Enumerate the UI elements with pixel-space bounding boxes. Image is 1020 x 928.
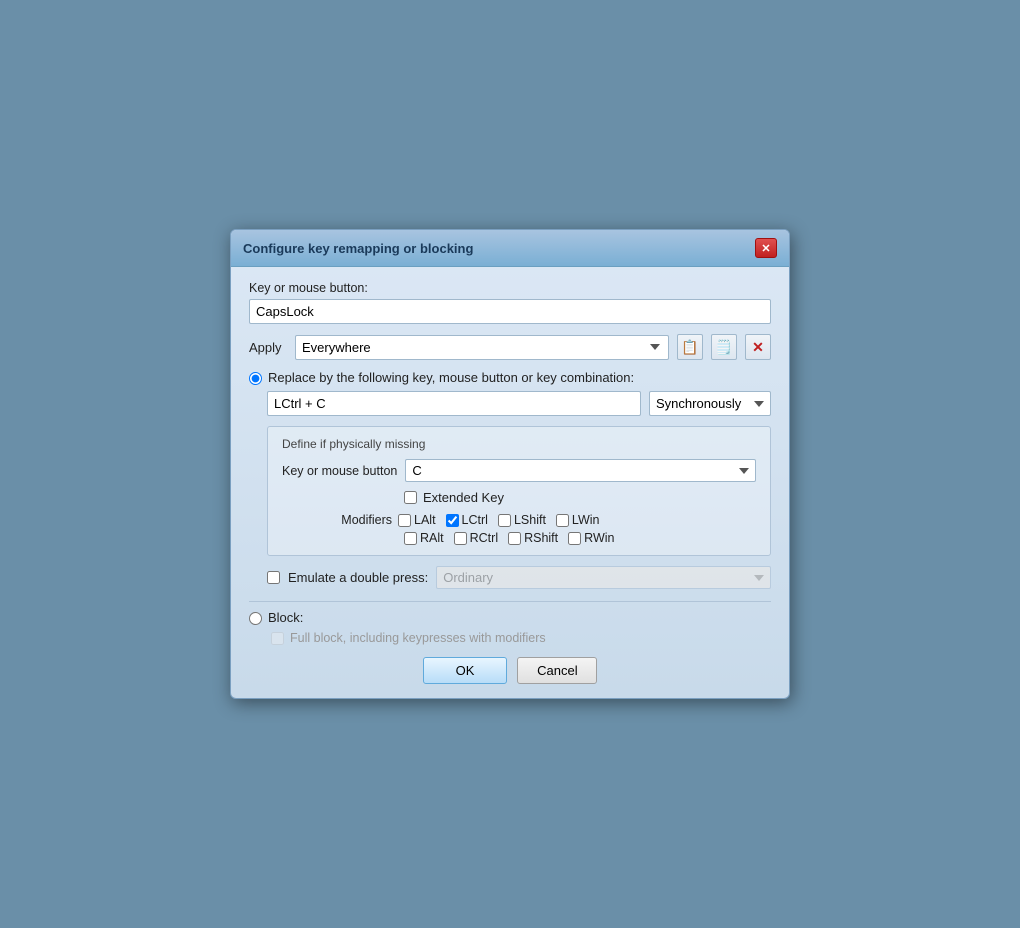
- modifiers-row2: RAlt RCtrl RShift: [404, 531, 756, 545]
- define-box: Define if physically missing Key or mous…: [267, 426, 771, 556]
- block-radio[interactable]: [249, 612, 262, 625]
- apply-label: Apply: [249, 340, 287, 355]
- ok-button[interactable]: OK: [423, 657, 508, 684]
- replace-content: Synchronously Asynchronously Define if p…: [267, 391, 771, 589]
- define-key-row: Key or mouse button C A B D: [282, 459, 756, 482]
- define-key-label: Key or mouse button: [282, 464, 397, 478]
- key-combo-row: Synchronously Asynchronously: [267, 391, 771, 416]
- full-block-checkbox[interactable]: [271, 632, 284, 645]
- mod-items-row2: RAlt RCtrl RShift: [404, 531, 614, 545]
- mod-lctrl-label: LCtrl: [462, 513, 488, 527]
- double-press-dropdown[interactable]: Ordinary Fast Slow: [436, 566, 771, 589]
- mod-lwin-label: LWin: [572, 513, 600, 527]
- paste-icon-button[interactable]: 🗒️: [711, 334, 737, 360]
- mod-rctrl: RCtrl: [454, 531, 498, 545]
- full-block-label: Full block, including keypresses with mo…: [290, 631, 546, 645]
- extended-key-row: Extended Key: [404, 490, 756, 505]
- mod-lctrl: LCtrl: [446, 513, 488, 527]
- dialog-title: Configure key remapping or blocking: [243, 241, 473, 256]
- extended-key-checkbox[interactable]: [404, 491, 417, 504]
- cancel-button[interactable]: Cancel: [517, 657, 597, 684]
- modifiers-label: Modifiers: [282, 513, 392, 527]
- buttons-row: OK Cancel: [249, 657, 771, 684]
- define-box-title: Define if physically missing: [282, 437, 756, 451]
- key-combo-input[interactable]: [267, 391, 641, 416]
- block-radio-label: Block:: [268, 610, 303, 625]
- extended-key-label: Extended Key: [423, 490, 504, 505]
- mod-lalt: LAlt: [398, 513, 436, 527]
- mod-lctrl-checkbox[interactable]: [446, 514, 459, 527]
- dialog-body: Key or mouse button: Apply Everywhere Ac…: [231, 267, 789, 698]
- replace-radio[interactable]: [249, 372, 262, 385]
- mod-lalt-label: LAlt: [414, 513, 436, 527]
- replace-radio-label: Replace by the following key, mouse butt…: [268, 370, 634, 385]
- double-press-label: Emulate a double press:: [288, 570, 428, 585]
- key-mouse-input[interactable]: [249, 299, 771, 324]
- mod-lshift-label: LShift: [514, 513, 546, 527]
- mod-ralt: RAlt: [404, 531, 444, 545]
- mod-rshift: RShift: [508, 531, 558, 545]
- block-radio-row: Block:: [249, 610, 771, 625]
- modifiers-row: Modifiers LAlt LCtrl: [282, 513, 756, 527]
- mod-rshift-checkbox[interactable]: [508, 532, 521, 545]
- mod-rshift-label: RShift: [524, 531, 558, 545]
- full-block-row: Full block, including keypresses with mo…: [271, 631, 771, 645]
- apply-row: Apply Everywhere Active Window Active Pr…: [249, 334, 771, 360]
- mod-lwin: LWin: [556, 513, 600, 527]
- define-key-dropdown[interactable]: C A B D: [405, 459, 756, 482]
- double-press-row: Emulate a double press: Ordinary Fast Sl…: [267, 566, 771, 589]
- configure-dialog: Configure key remapping or blocking ✕ Ke…: [230, 229, 790, 699]
- copy-icon-button[interactable]: 📋: [677, 334, 703, 360]
- close-button[interactable]: ✕: [755, 238, 777, 258]
- mod-lshift: LShift: [498, 513, 546, 527]
- mod-ralt-label: RAlt: [420, 531, 444, 545]
- divider: [249, 601, 771, 602]
- double-press-checkbox[interactable]: [267, 571, 280, 584]
- mod-rwin-label: RWin: [584, 531, 614, 545]
- replace-radio-row: Replace by the following key, mouse butt…: [249, 370, 771, 385]
- mod-items-row1: LAlt LCtrl LShift: [398, 513, 599, 527]
- mod-rwin: RWin: [568, 531, 614, 545]
- key-mouse-label: Key or mouse button:: [249, 281, 771, 295]
- mod-rwin-checkbox[interactable]: [568, 532, 581, 545]
- mod-rctrl-label: RCtrl: [470, 531, 498, 545]
- delete-icon-button[interactable]: ✕: [745, 334, 771, 360]
- mod-rctrl-checkbox[interactable]: [454, 532, 467, 545]
- mod-ralt-checkbox[interactable]: [404, 532, 417, 545]
- apply-dropdown[interactable]: Everywhere Active Window Active Process: [295, 335, 669, 360]
- mod-lshift-checkbox[interactable]: [498, 514, 511, 527]
- block-section: Block: Full block, including keypresses …: [249, 610, 771, 645]
- sync-dropdown[interactable]: Synchronously Asynchronously: [649, 391, 771, 416]
- title-bar: Configure key remapping or blocking ✕: [231, 230, 789, 267]
- mod-lwin-checkbox[interactable]: [556, 514, 569, 527]
- replace-section: Replace by the following key, mouse butt…: [249, 370, 771, 589]
- mod-lalt-checkbox[interactable]: [398, 514, 411, 527]
